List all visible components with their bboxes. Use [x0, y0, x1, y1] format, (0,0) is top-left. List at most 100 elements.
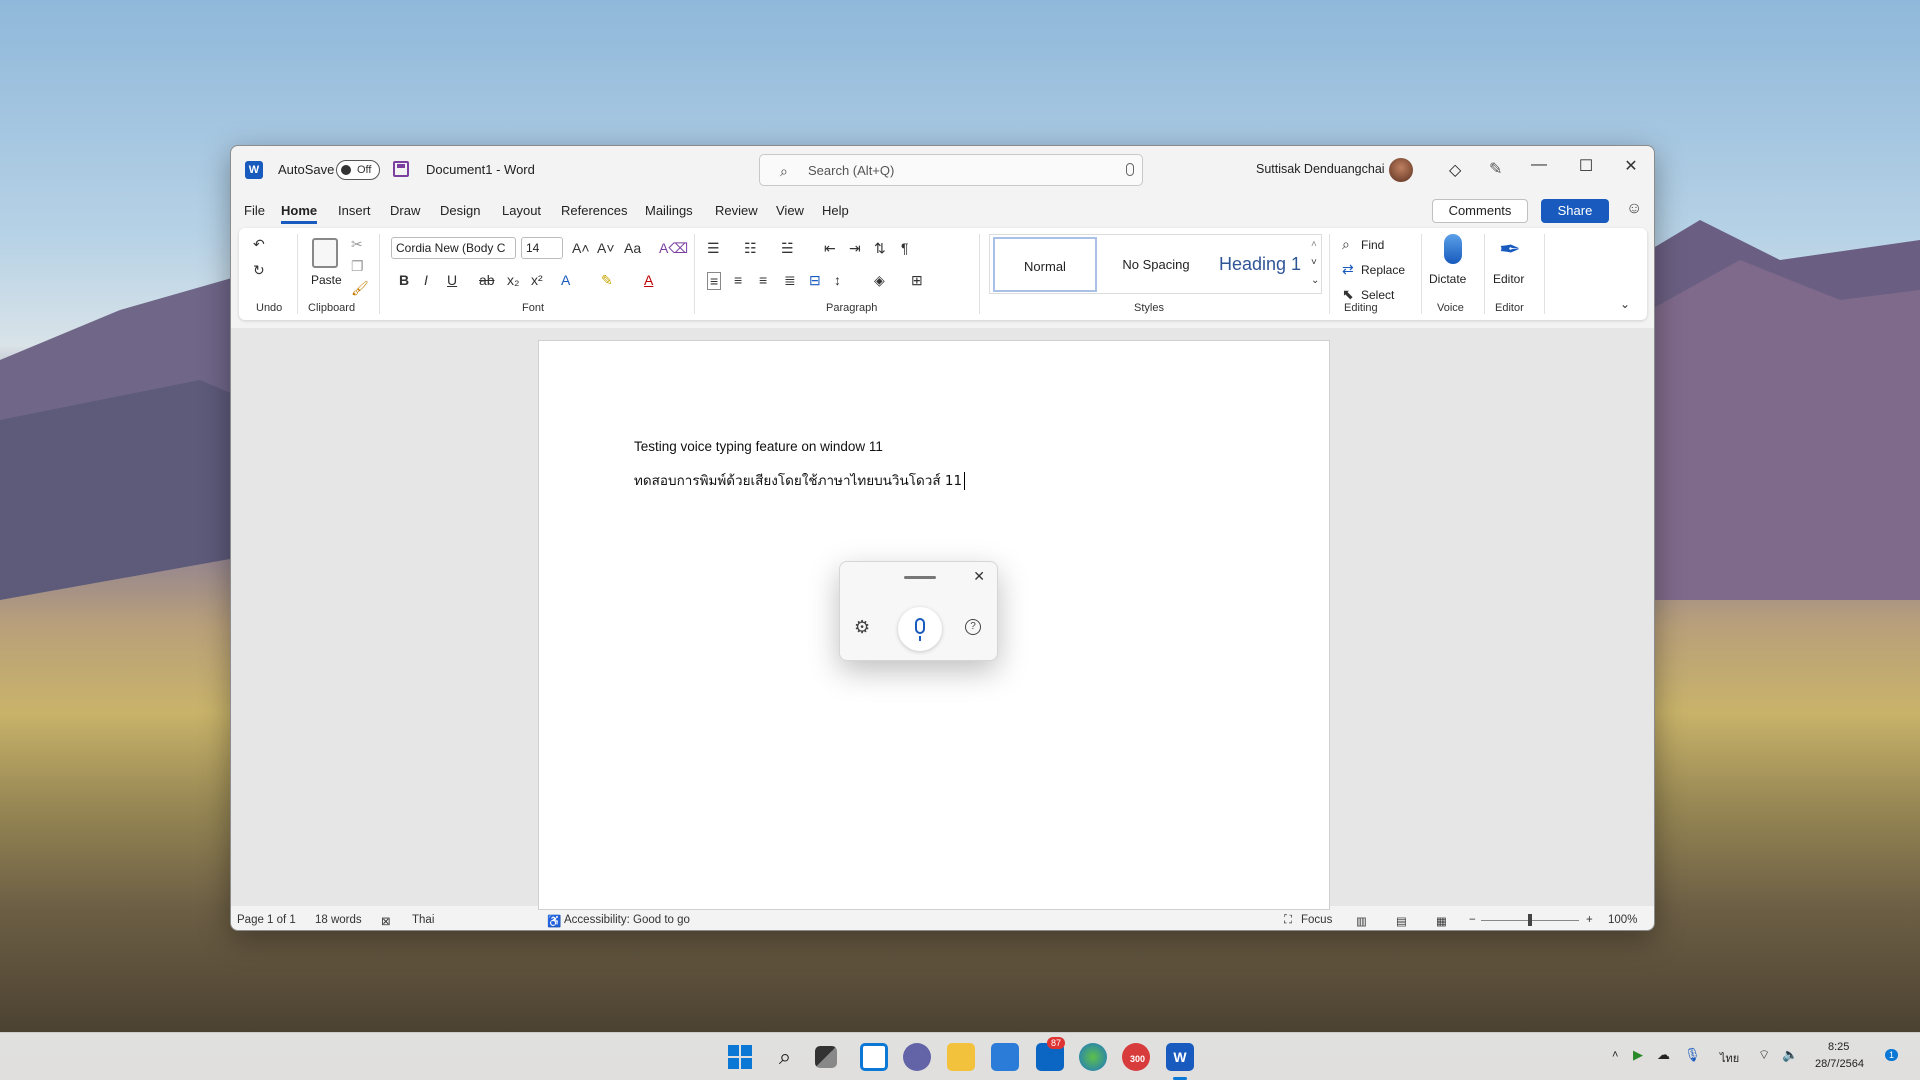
styles-scroll-up-icon[interactable]: ˄: [1311, 237, 1317, 253]
language-status[interactable]: Thai: [412, 914, 434, 926]
teams-chat-icon[interactable]: [903, 1043, 931, 1071]
volume-icon[interactable]: 🔈: [1782, 1047, 1798, 1063]
avatar[interactable]: [1389, 158, 1413, 182]
ime-indicator[interactable]: ไทย: [1720, 1049, 1739, 1067]
tab-review[interactable]: Review: [715, 203, 758, 218]
select-label[interactable]: Select: [1361, 288, 1394, 302]
font-name-select[interactable]: Cordia New (Body C: [391, 237, 516, 259]
copy-icon[interactable]: ❐: [351, 258, 364, 274]
replace-label[interactable]: Replace: [1361, 263, 1405, 277]
search-box[interactable]: ⌕ Search (Alt+Q): [759, 154, 1143, 186]
pen-icon[interactable]: ✎: [1489, 159, 1502, 179]
onedrive-icon[interactable]: ☁: [1657, 1047, 1670, 1063]
search-taskbar-icon[interactable]: ⌕: [771, 1043, 799, 1071]
tray-app-icon[interactable]: ▶: [1633, 1047, 1643, 1063]
zoom-in-icon[interactable]: +: [1586, 914, 1593, 926]
tab-file[interactable]: File: [244, 203, 265, 218]
sort-icon[interactable]: ⇅: [874, 240, 886, 256]
close-button[interactable]: ✕: [1611, 156, 1651, 176]
notification-badge[interactable]: 1: [1885, 1049, 1899, 1061]
multilevel-list-icon[interactable]: ☱: [781, 240, 794, 256]
page-count[interactable]: Page 1 of 1: [237, 914, 296, 926]
align-center-icon[interactable]: ≡: [734, 272, 742, 288]
paste-icon[interactable]: [312, 238, 338, 268]
dictate-mic-icon[interactable]: [1444, 234, 1462, 264]
word-count[interactable]: 18 words: [315, 914, 362, 926]
feedback-smiley-icon[interactable]: ☺: [1626, 200, 1642, 218]
save-icon[interactable]: [393, 161, 409, 177]
numbering-icon[interactable]: ☷: [744, 240, 757, 256]
zoom-out-icon[interactable]: −: [1469, 914, 1476, 926]
dictate-label[interactable]: Dictate: [1429, 272, 1466, 286]
tab-view[interactable]: View: [776, 203, 804, 218]
share-button[interactable]: Share: [1541, 199, 1609, 223]
text-effects-icon[interactable]: A: [561, 272, 570, 288]
styles-scroll-down-icon[interactable]: ˅: [1311, 255, 1317, 271]
tab-design[interactable]: Design: [440, 203, 480, 218]
superscript-icon[interactable]: x²: [531, 272, 543, 288]
maximize-button[interactable]: ☐: [1566, 156, 1606, 176]
shading-icon[interactable]: ◈: [874, 272, 885, 288]
bold-icon[interactable]: B: [399, 272, 409, 288]
clock-date[interactable]: 28/7/2564: [1815, 1058, 1864, 1070]
word-app-icon[interactable]: W: [245, 161, 263, 179]
tab-insert[interactable]: Insert: [338, 203, 371, 218]
subscript-icon[interactable]: x₂: [507, 272, 519, 288]
edge-icon[interactable]: [1079, 1043, 1107, 1071]
cut-icon[interactable]: ✂: [351, 236, 363, 252]
shrink-font-icon[interactable]: A˅: [597, 240, 615, 256]
select-icon[interactable]: ⬉: [1342, 286, 1354, 302]
style-normal[interactable]: Normal: [993, 237, 1097, 292]
clock-time[interactable]: 8:25: [1828, 1041, 1849, 1053]
borders-icon[interactable]: ⊞: [911, 272, 923, 288]
user-name[interactable]: Suttisak Denduangchai: [1256, 162, 1385, 176]
zoom-level[interactable]: 100%: [1608, 914, 1637, 926]
drag-handle[interactable]: [904, 576, 936, 579]
justify-icon[interactable]: ≣: [784, 272, 796, 288]
search-mic-icon[interactable]: [1126, 163, 1134, 176]
accessibility-status[interactable]: Accessibility: Good to go: [564, 914, 690, 926]
tab-draw[interactable]: Draw: [390, 203, 420, 218]
focus-label[interactable]: Focus: [1301, 914, 1332, 926]
task-view-icon[interactable]: [815, 1046, 837, 1068]
voice-help-icon[interactable]: ?: [965, 619, 981, 635]
italic-icon[interactable]: I: [424, 272, 428, 288]
collapse-ribbon-icon[interactable]: ⌄: [1620, 296, 1630, 312]
document-line-2[interactable]: ทดสอบการพิมพ์ด้วยเสียงโดยใช้ภาษาไทยบนวิน…: [634, 469, 966, 491]
font-size-select[interactable]: 14: [521, 237, 563, 259]
style-heading-1[interactable]: Heading 1: [1210, 237, 1310, 292]
line-spacing-icon[interactable]: ↕: [834, 272, 841, 288]
voice-mic-button[interactable]: [898, 607, 942, 651]
style-no-spacing[interactable]: No Spacing: [1102, 237, 1210, 292]
clear-formatting-icon[interactable]: A⌫: [659, 240, 688, 256]
find-icon[interactable]: ⌕: [1342, 236, 1350, 252]
voice-settings-icon[interactable]: ⚙: [854, 617, 870, 638]
increase-indent-icon[interactable]: ⇥: [849, 240, 861, 256]
word-taskbar-icon[interactable]: W: [1166, 1043, 1194, 1071]
file-explorer-icon[interactable]: [947, 1043, 975, 1071]
start-icon[interactable]: [726, 1043, 754, 1071]
voice-close-icon[interactable]: ✕: [973, 568, 985, 585]
zoom-slider-thumb[interactable]: [1528, 914, 1532, 926]
premium-diamond-icon[interactable]: ◇: [1449, 160, 1461, 180]
font-color-icon[interactable]: A: [644, 272, 653, 288]
autosave-toggle[interactable]: Off: [336, 160, 380, 180]
underline-icon[interactable]: U: [447, 272, 457, 288]
styles-more-icon[interactable]: ⌄: [1311, 273, 1319, 289]
align-right-icon[interactable]: ≡: [759, 272, 767, 288]
decrease-indent-icon[interactable]: ⇤: [824, 240, 836, 256]
read-mode-icon[interactable]: ▥: [1356, 914, 1367, 928]
redo-icon[interactable]: ↻: [253, 262, 265, 278]
editor-pen-icon[interactable]: ✒: [1499, 234, 1521, 264]
undo-icon[interactable]: ↶: [253, 236, 265, 252]
show-marks-icon[interactable]: ¶: [901, 240, 909, 256]
tab-references[interactable]: References: [561, 203, 627, 218]
proofing-icon[interactable]: ⊠: [381, 914, 391, 928]
strikethrough-icon[interactable]: ab: [479, 272, 495, 288]
minimize-button[interactable]: —: [1519, 156, 1559, 174]
bullets-icon[interactable]: ☰: [707, 240, 720, 256]
tab-home[interactable]: Home: [281, 203, 318, 224]
store-icon[interactable]: [991, 1043, 1019, 1071]
find-label[interactable]: Find: [1361, 238, 1384, 252]
tab-mailings[interactable]: Mailings: [645, 203, 693, 218]
